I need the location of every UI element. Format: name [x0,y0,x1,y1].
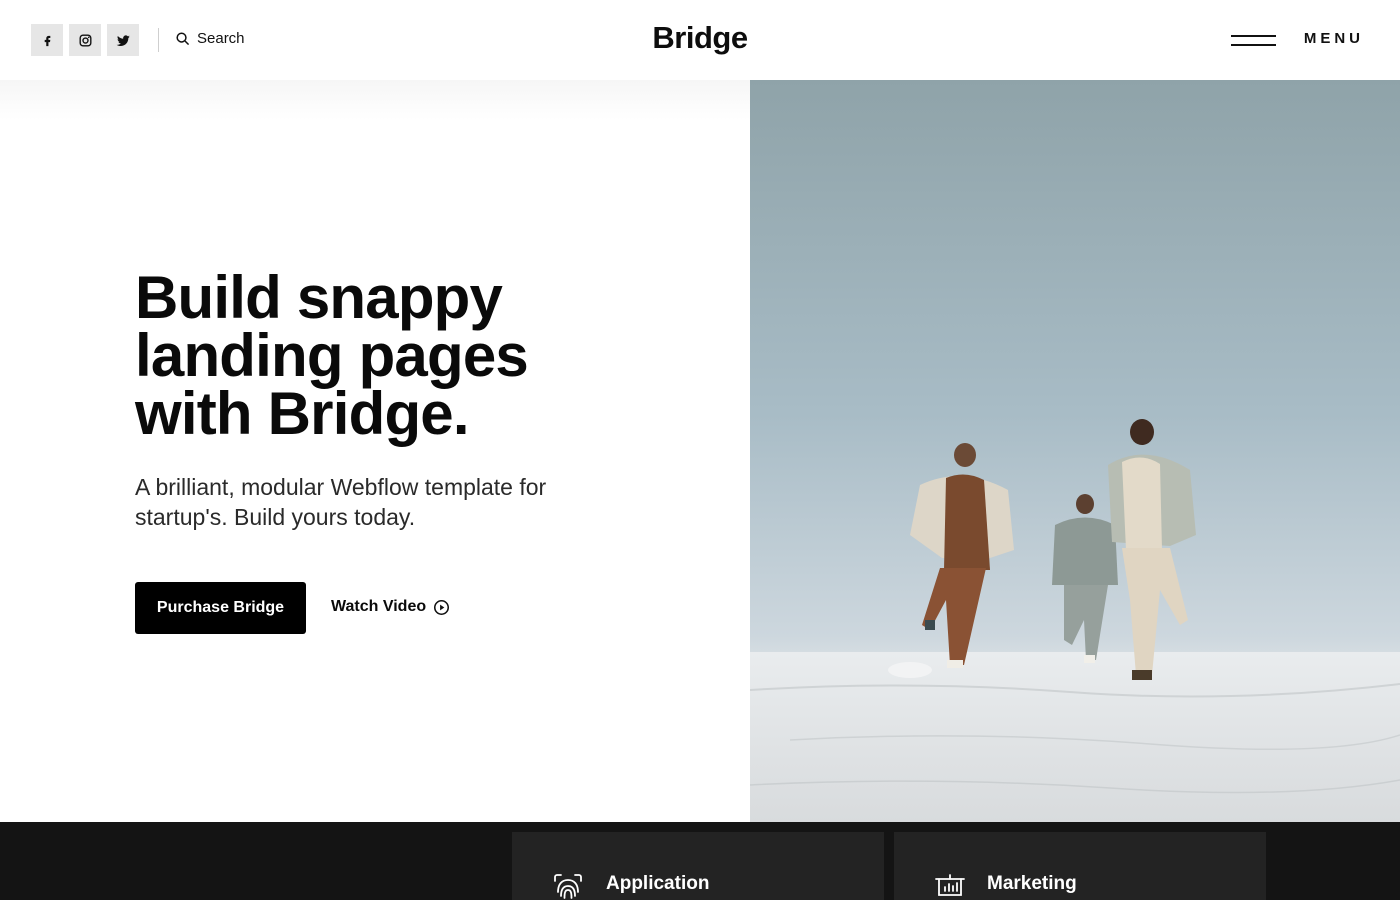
runners-in-snow-photo [750,80,1400,822]
features-band: Application Marketing [0,822,1400,900]
facebook-link[interactable] [31,24,63,56]
purchase-button[interactable]: Purchase Bridge [135,582,306,634]
watch-video-button[interactable]: Watch Video [331,598,450,616]
feature-card-application[interactable]: Application [512,832,884,900]
site-logo[interactable]: Bridge [652,20,748,55]
header-divider [158,28,159,52]
hero-section: Build snappy landing pages with Bridge. … [0,80,750,822]
instagram-icon [79,34,91,46]
watch-video-label: Watch Video [331,598,427,615]
fingerprint-icon [554,874,582,899]
twitter-link[interactable] [107,24,139,56]
search-label: Search [197,30,245,47]
hero-subtext: A brilliant, modular Webflow template fo… [135,474,547,530]
site-header: Search Bridge MENU [0,0,1400,80]
search-icon [176,32,189,45]
feature-title-application: Application [606,873,710,894]
social-links [31,24,139,56]
menu-label: MENU [1303,30,1364,47]
menu-button[interactable]: MENU [1230,30,1364,47]
facebook-icon [44,35,50,46]
search-button[interactable]: Search [175,30,245,47]
feature-card-marketing[interactable]: Marketing [894,832,1266,900]
twitter-icon [116,34,130,46]
play-circle-icon [434,599,450,615]
presentation-chart-icon [935,874,965,896]
feature-title-marketing: Marketing [987,873,1077,894]
hamburger-icon [1230,32,1276,46]
hero-headline: Build snappy landing pages with Bridge. [135,264,529,447]
hero-image [750,80,1400,822]
instagram-link[interactable] [69,24,101,56]
